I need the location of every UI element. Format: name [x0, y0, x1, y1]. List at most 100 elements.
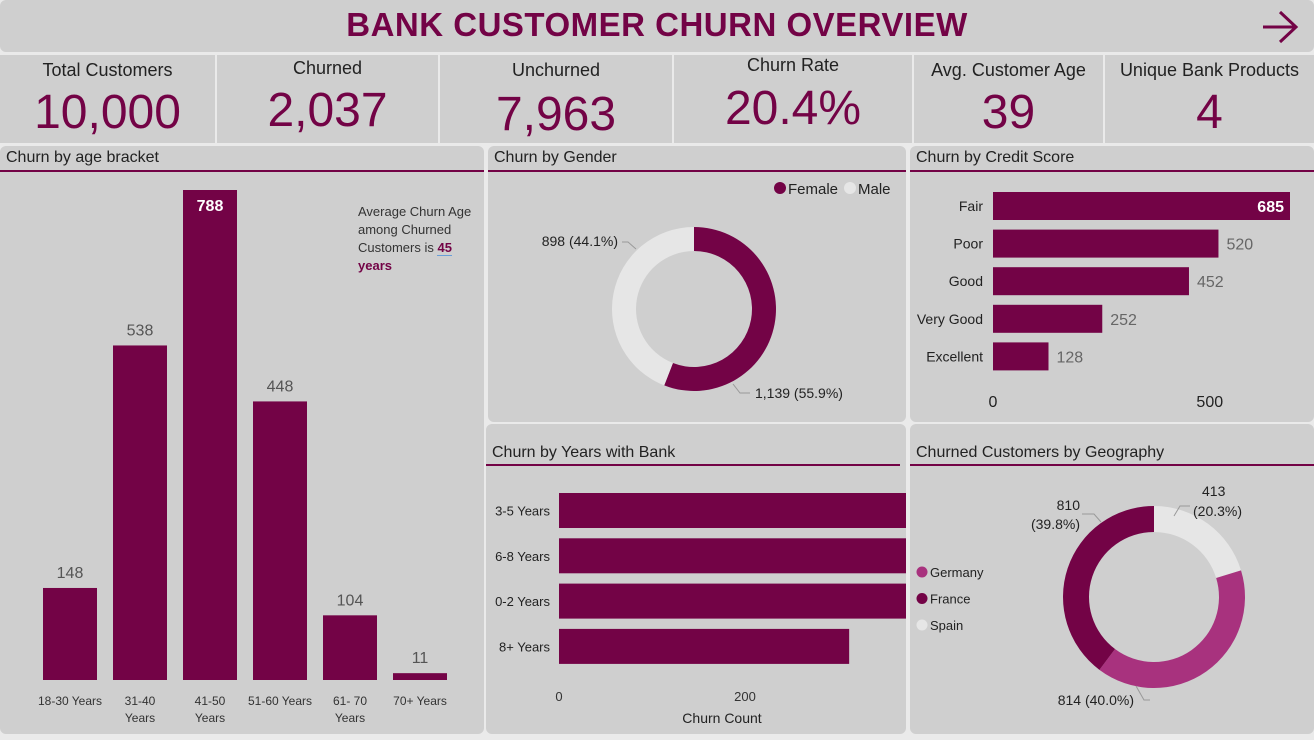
kpi-unchurned: Unchurned 7,963 [440, 55, 672, 143]
credit-bar-value: 128 [1056, 349, 1083, 366]
age-bar-value: 104 [337, 592, 364, 609]
credit-x-tick: 500 [1196, 394, 1223, 411]
gender-panel: Churn by Gender Female Male 1,139 (55.9%) 8… [488, 146, 906, 422]
age-tick-label: 41-50 [195, 694, 226, 708]
gender-data-label: 898 (44.1%) [542, 233, 618, 249]
page-title: BANK CUSTOMER CHURN OVERVIEW [346, 6, 968, 43]
geography-donut-chart: Germany France Spain 814 (40.0%) 810 (39.8%) 4… [916, 483, 1245, 708]
credit-bar [993, 267, 1189, 296]
credit-category-label: Excellent [926, 348, 983, 364]
kpi-label: Unchurned [511, 60, 601, 80]
legend-label-spain: Spain [930, 618, 963, 633]
age-tick-label: Years [335, 711, 365, 725]
legend-label-germany: Germany [930, 565, 984, 580]
geo-data-label: 810 [1057, 497, 1081, 513]
kpi-value: 4 [1196, 86, 1223, 139]
tenure-bar [559, 628, 850, 664]
geo-data-label: (39.8%) [1031, 516, 1080, 532]
tenure-bar [559, 493, 906, 528]
kpi-label: Unique Bank Products [1119, 60, 1300, 80]
credit-bar [993, 229, 1219, 258]
kpi-label: Total Customers [42, 60, 173, 80]
credit-bar [993, 304, 1103, 333]
legend-dot-female [774, 182, 786, 194]
tenure-category-label: 3-5 Years [495, 504, 550, 519]
credit-bar [993, 342, 1049, 371]
legend-dot-germany [916, 566, 928, 578]
age-bar [113, 345, 167, 680]
credit-score-chart: Fair 685 Poor 520 Good 452 Very Good 252 Excelle… [917, 192, 1290, 411]
arrow-right-icon[interactable] [1260, 8, 1300, 46]
kpi-churn-rate: Churn Rate 20.4% [674, 55, 912, 143]
legend-dot-spain [916, 619, 928, 631]
age-bar [253, 401, 307, 680]
age-tick-label: 31-40 [125, 694, 156, 708]
gender-data-label: 1,139 (55.9%) [755, 385, 843, 401]
age-tick-label: 51-60 Years [248, 694, 312, 708]
tenure-panel: Churn by Years with Bank 3-5 Years 6-8 Ye… [486, 424, 906, 734]
age-bar [393, 673, 447, 680]
age-bar-value: 448 [267, 378, 294, 395]
title-bar: BANK CUSTOMER CHURN OVERVIEW [0, 0, 1314, 52]
age-bar [183, 190, 237, 680]
credit-category-label: Fair [959, 198, 983, 214]
age-bracket-panel: Churn by age bracket 148 18-30 Years 538 31… [0, 146, 484, 734]
note-line: among Churned [358, 222, 452, 237]
geo-data-label: 413 [1202, 483, 1226, 499]
age-bar-value: 538 [127, 322, 154, 339]
legend-dot-france [916, 593, 928, 604]
leader-line [622, 241, 637, 250]
age-tick-label: 61- 70 [333, 694, 367, 708]
kpi-avg-customer-age: Avg. Customer Age 39 [914, 55, 1103, 143]
credit-bar-value: 452 [1197, 274, 1224, 291]
age-bar [43, 587, 97, 680]
kpi-total-customers: Total Customers 10,000 [0, 55, 215, 143]
tenure-category-label: 6-8 Years [495, 549, 550, 564]
tenure-chart: 3-5 Years6-8 Years0-2 Years8+ Years02004… [495, 493, 906, 726]
note-line: Average Churn Age [358, 204, 472, 219]
age-tick-label: Years [195, 711, 225, 725]
tenure-x-tick: 0 [555, 689, 562, 704]
age-bar [323, 615, 377, 680]
credit-score-panel: Churn by Credit Score Fair 685 Poor 520 Good… [910, 146, 1314, 422]
leader-line [1082, 513, 1102, 523]
kpi-value: 20.4% [724, 82, 862, 135]
kpi-label: Churned [292, 58, 363, 78]
leader-line [732, 383, 750, 394]
credit-bar-value: 520 [1226, 237, 1253, 254]
note-line: Customers is [358, 240, 434, 255]
credit-bar-value: 252 [1110, 312, 1137, 329]
legend-label-france: France [930, 592, 970, 607]
avg-churn-age-note: Average Churn Age among Churned Customer… [358, 203, 483, 275]
credit-bar [993, 192, 1290, 220]
credit-bar-value: 685 [1257, 199, 1284, 216]
leader-line [1135, 685, 1150, 701]
gender-donut-chart: Female Male 1,139 (55.9%) 898 (44.1%) [542, 181, 891, 401]
credit-x-tick: 0 [989, 394, 998, 411]
tenure-x-axis-title: Churn Count [682, 710, 761, 726]
tenure-x-tick: 200 [734, 689, 756, 704]
kpi-value: 10,000 [34, 86, 181, 139]
credit-category-label: Very Good [917, 311, 983, 327]
legend-label-female: Female [788, 181, 838, 198]
gender-slice [612, 227, 694, 386]
legend-label-male: Male [858, 181, 891, 198]
kpi-churned: Churned 2,037 [217, 55, 438, 143]
kpi-value: 39 [981, 86, 1036, 139]
geography-panel: Churned Customers by Geography Germany Fr… [910, 424, 1314, 734]
kpi-label: Churn Rate [746, 55, 840, 75]
credit-category-label: Poor [953, 236, 983, 252]
tenure-category-label: 0-2 Years [495, 594, 550, 609]
credit-category-label: Good [949, 273, 983, 289]
geo-slice [1099, 570, 1245, 689]
kpi-unique-products: Unique Bank Products 4 [1105, 55, 1314, 143]
tenure-category-label: 8+ Years [499, 639, 550, 654]
age-tick-label: 18-30 Years [38, 694, 102, 708]
age-bar-value: 788 [197, 198, 224, 215]
age-bar-value: 148 [57, 565, 84, 582]
tenure-bar [559, 583, 906, 619]
geo-data-label: (20.3%) [1193, 503, 1242, 519]
tenure-bar [559, 538, 906, 574]
kpi-label: Avg. Customer Age [931, 60, 1086, 80]
note-value: 45 [437, 240, 452, 256]
